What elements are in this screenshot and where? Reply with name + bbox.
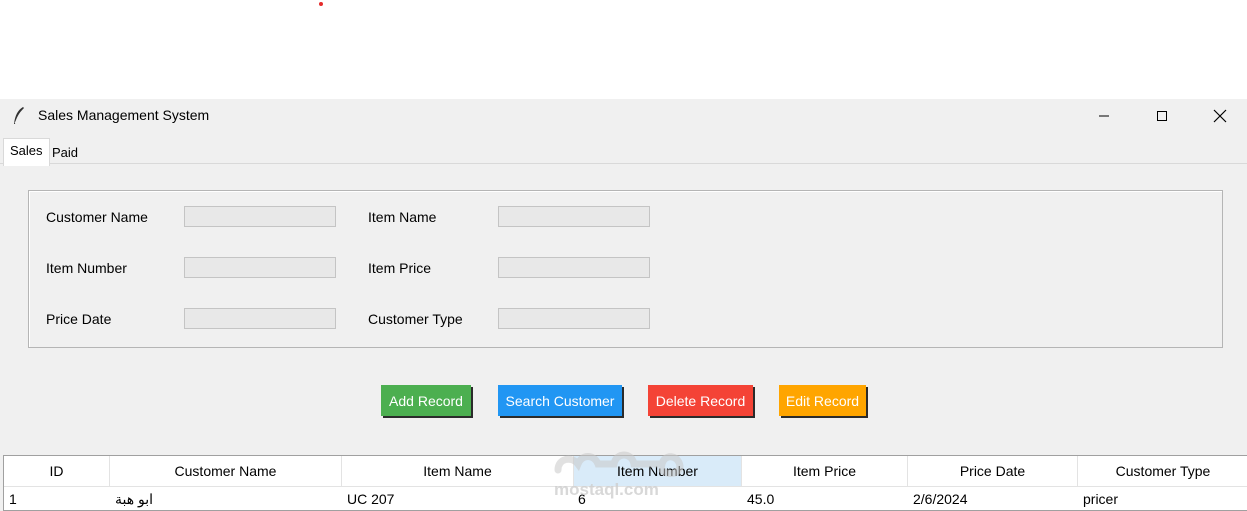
maximize-button[interactable] (1133, 99, 1191, 133)
customer-name-field[interactable] (184, 206, 336, 227)
item-name-field[interactable] (498, 206, 650, 227)
item-number-label: Item Number (46, 260, 127, 276)
column-header-id[interactable]: ID (4, 456, 110, 486)
search-customer-button[interactable]: Search Customer (498, 385, 622, 416)
column-header-price-date[interactable]: Price Date (908, 456, 1078, 486)
item-number-field[interactable] (184, 257, 336, 278)
tab-paid[interactable]: Paid (46, 141, 84, 164)
window-title: Sales Management System (38, 107, 210, 123)
cell-id: 1 (9, 491, 17, 507)
table-header: ID Customer Name Item Name Item Number I… (4, 456, 1247, 487)
tab-sales[interactable]: Sales (3, 138, 50, 166)
price-date-label: Price Date (46, 311, 112, 327)
minimize-icon (1099, 115, 1109, 117)
column-header-item-number[interactable]: Item Number (574, 456, 742, 486)
close-icon (1213, 109, 1227, 123)
cell-item-price: 45.0 (747, 491, 775, 507)
cell-item-name: UC 207 (347, 491, 395, 507)
item-price-label: Item Price (368, 260, 432, 276)
maximize-icon (1157, 111, 1167, 121)
tk-feather-icon (14, 107, 24, 124)
column-header-item-price[interactable]: Item Price (742, 456, 908, 486)
red-dot-marker (319, 2, 323, 6)
customer-type-field[interactable] (498, 308, 650, 329)
edit-record-button[interactable]: Edit Record (779, 385, 866, 416)
delete-record-button[interactable]: Delete Record (648, 385, 753, 416)
minimize-button[interactable] (1075, 99, 1133, 133)
customer-name-label: Customer Name (46, 209, 148, 225)
title-bar: Sales Management System (0, 99, 1247, 133)
column-header-customer-type[interactable]: Customer Type (1078, 456, 1247, 486)
item-price-field[interactable] (498, 257, 650, 278)
add-record-button[interactable]: Add Record (381, 385, 471, 416)
cell-customer-name: ابو هبة (115, 490, 154, 507)
cell-price-date: 2/6/2024 (913, 491, 968, 507)
price-date-field[interactable] (184, 308, 336, 329)
tab-bar: Sales Paid (0, 135, 1247, 166)
item-name-label: Item Name (368, 209, 437, 225)
close-button[interactable] (1191, 99, 1247, 133)
column-header-item-name[interactable]: Item Name (342, 456, 574, 486)
cell-customer-type: pricer (1083, 491, 1119, 507)
cell-item-number: 6 (578, 491, 586, 507)
customer-type-label: Customer Type (368, 311, 463, 327)
record-form-frame: Customer Name Item Name Item Number Item… (28, 190, 1223, 348)
records-table: ID Customer Name Item Name Item Number I… (3, 455, 1247, 511)
app-window: Sales Management System Sales Paid Custo… (0, 99, 1247, 511)
column-header-customer-name[interactable]: Customer Name (110, 456, 342, 486)
